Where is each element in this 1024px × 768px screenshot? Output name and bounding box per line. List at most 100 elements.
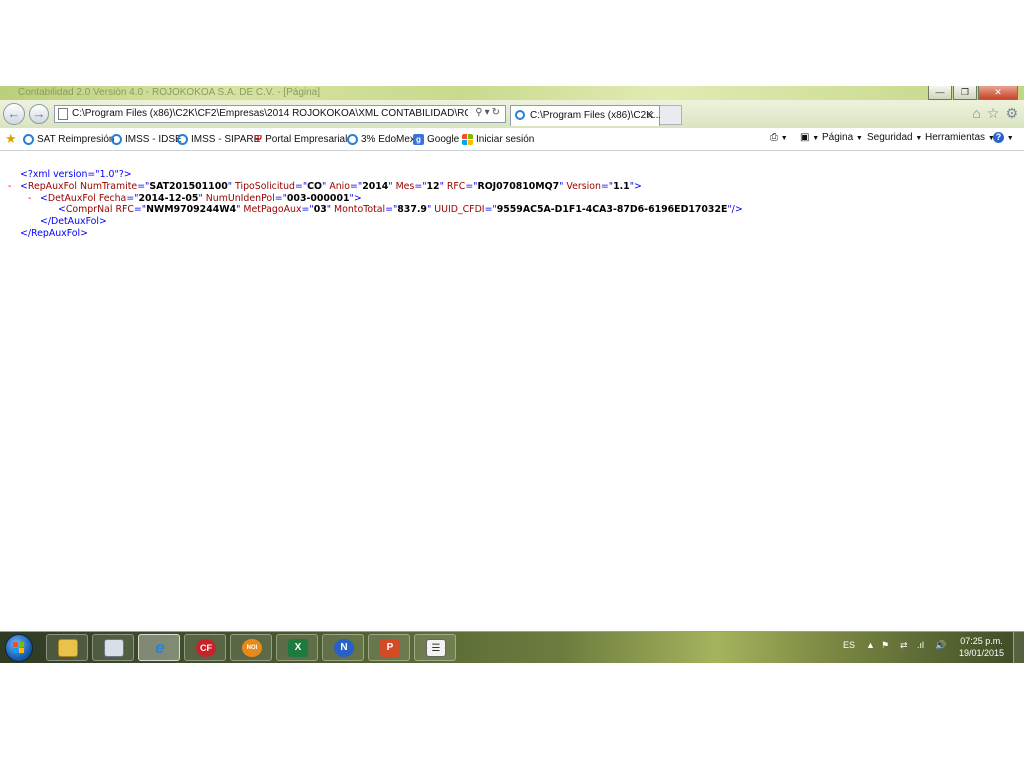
tab-current[interactable]: C:\Program Files (x86)\C2K... ✕: [510, 105, 662, 126]
pagina-label: Página: [822, 132, 854, 143]
favorites-star-icon[interactable]: ☆: [987, 105, 1000, 122]
taskbar: e CF NOI X N P ☰ ES ▲ ⚑ ⇄ .ıl 🔊 07:25 p.…: [0, 631, 1024, 663]
action-center-flag-icon[interactable]: ⚑: [881, 640, 889, 651]
address-controls[interactable]: ⚲▾↻: [475, 107, 502, 118]
ie-page-icon: [347, 133, 358, 145]
show-desktop-button[interactable]: [1013, 632, 1024, 663]
clock-time: 07:25 p.m.: [960, 636, 1003, 646]
cf-icon: CF: [196, 639, 216, 657]
taskbar-explorer-folder[interactable]: [46, 634, 88, 661]
title-bar[interactable]: Contabilidad 2.0 Versión 4.0 - ROJOKOKOA…: [0, 86, 1024, 100]
google-icon: g: [413, 133, 424, 145]
ie-page-icon: [177, 133, 188, 145]
taskbar-contpaq-app[interactable]: NOI: [230, 634, 272, 661]
chevron-down-icon: ▼: [1006, 135, 1014, 142]
portal-icon: Ψ: [254, 133, 263, 145]
favorites-bar: ★ SAT Reimpresión IMSS - IDSE IMSS - SIP…: [0, 128, 1024, 151]
contpaq-icon: NOI: [242, 639, 262, 657]
folder-icon: [58, 639, 78, 657]
chevron-down-icon: ▼: [855, 135, 863, 142]
favorite-label: IMSS - SIPARE: [191, 133, 261, 145]
xml-tree: <?xml version="1.0"?> - <RepAuxFol NumTra…: [8, 169, 743, 240]
refresh-icon[interactable]: ↻: [492, 107, 502, 118]
restore-button[interactable]: ❐: [953, 86, 977, 100]
window-controls: — ❐ ✕: [927, 86, 1018, 100]
network-sync-icon[interactable]: ⇄: [900, 640, 908, 651]
xml-repauxfol-open: - <RepAuxFol NumTramite="SAT201501100" Ti…: [8, 180, 642, 193]
system-clock[interactable]: 07:25 p.m. 19/01/2015: [959, 635, 1004, 659]
xml-viewer: <?xml version="1.0"?> - <RepAuxFol NumTra…: [0, 151, 1024, 631]
collapse-toggle[interactable]: -: [28, 193, 31, 205]
tray-overflow-icon[interactable]: ▲: [866, 640, 875, 650]
favorite-iniciar-sesion[interactable]: Iniciar sesión: [462, 132, 534, 146]
address-text: C:\Program Files (x86)\C2K\CF2\Empresas\…: [72, 108, 468, 119]
excel-icon: X: [288, 639, 308, 657]
back-button[interactable]: ←: [3, 103, 25, 125]
favorite-label: Google: [427, 133, 460, 145]
close-button[interactable]: ✕: [978, 86, 1018, 100]
favorite-imss-idse[interactable]: IMSS - IDSE: [111, 132, 182, 146]
favorite-sat-reimpresion[interactable]: SAT Reimpresión: [23, 132, 114, 146]
favorite-portal-empresarial[interactable]: Ψ Portal Empresarial: [254, 132, 347, 146]
xml-repauxfol-close: </RepAuxFol>: [20, 227, 88, 239]
powerpoint-icon: P: [380, 639, 400, 657]
address-bar[interactable]: C:\Program Files (x86)\C2K\CF2\Empresas\…: [54, 105, 506, 123]
pagina-menu[interactable]: Página ▼: [822, 132, 863, 143]
collapse-toggle[interactable]: -: [8, 181, 11, 193]
page-icon: [58, 108, 68, 120]
favorite-edomex[interactable]: 3% EdoMex: [347, 132, 415, 146]
taskbar-n-app[interactable]: N: [322, 634, 364, 661]
favorite-google[interactable]: g Google: [413, 132, 459, 146]
save-button[interactable]: ▣ ▼: [800, 132, 819, 143]
clock-date: 19/01/2015: [958, 648, 1004, 658]
windows-logo-icon: [13, 642, 25, 654]
gear-icon[interactable]: ⚙: [1005, 105, 1018, 122]
taskbar-notepad[interactable]: ☰: [414, 634, 456, 661]
search-icon[interactable]: ⚲: [475, 107, 484, 118]
help-menu[interactable]: ? ▼: [993, 132, 1014, 143]
seguridad-menu[interactable]: Seguridad ▼: [867, 132, 922, 143]
browser-window: Contabilidad 2.0 Versión 4.0 - ROJOKOKOA…: [0, 86, 1024, 663]
herramientas-menu[interactable]: Herramientas ▼: [925, 132, 995, 143]
floppy-icon: ▣: [800, 132, 810, 143]
print-button[interactable]: ⎙ ▼: [770, 132, 788, 143]
help-icon: ?: [993, 132, 1004, 143]
start-button[interactable]: [5, 634, 33, 662]
taskbar-powerpoint[interactable]: P: [368, 634, 410, 661]
favorites-button[interactable]: ★: [5, 131, 20, 146]
seguridad-label: Seguridad: [867, 132, 913, 143]
forward-button[interactable]: →: [29, 104, 49, 124]
language-indicator[interactable]: ES: [843, 640, 855, 650]
minimize-button[interactable]: —: [928, 86, 952, 100]
close-tab-icon[interactable]: ✕: [646, 109, 655, 122]
favorites-star-icon: ★: [5, 131, 17, 146]
signal-bars-icon[interactable]: .ıl: [917, 640, 924, 650]
window-title: Contabilidad 2.0 Versión 4.0 - ROJOKOKOA…: [18, 87, 321, 98]
notepad-icon: ☰: [426, 639, 446, 657]
taskbar-file-manager[interactable]: [92, 634, 134, 661]
n-app-icon: N: [334, 639, 354, 657]
favorite-label: IMSS - IDSE: [125, 133, 182, 145]
tab-title: C:\Program Files (x86)\C2K...: [530, 110, 662, 121]
taskbar-excel[interactable]: X: [276, 634, 318, 661]
dropdown-icon[interactable]: ▾: [485, 107, 492, 118]
chevron-down-icon: ▼: [915, 135, 923, 142]
back-arrow-icon: ←: [7, 106, 21, 121]
file-cabinet-icon: [104, 639, 124, 657]
xml-detauxfol-open: - <DetAuxFol Fecha="2014-12-05" NumUnIden…: [28, 192, 362, 205]
favorite-label: Iniciar sesión: [476, 133, 535, 145]
windows-icon: [462, 133, 473, 145]
volume-icon[interactable]: 🔊: [935, 640, 946, 651]
navigation-bar: ← → C:\Program Files (x86)\C2K\CF2\Empre…: [0, 100, 1024, 129]
taskbar-internet-explorer[interactable]: e: [138, 634, 180, 661]
taskbar-cf-app[interactable]: CF: [184, 634, 226, 661]
xml-detauxfol-close: </DetAuxFol>: [40, 216, 107, 228]
nav-right-icons: ⌂ ☆ ⚙: [972, 105, 1018, 122]
printer-icon: ⎙: [770, 132, 778, 143]
xml-comprnal: <ComprNal RFC="NWM9709244W4" MetPagoAux=…: [58, 204, 743, 216]
favorite-imss-sipare[interactable]: IMSS - SIPARE: [177, 132, 260, 146]
new-tab-button[interactable]: [660, 105, 682, 125]
forward-arrow-icon: →: [32, 106, 46, 121]
home-icon[interactable]: ⌂: [972, 105, 980, 122]
favorite-label: 3% EdoMex: [361, 133, 415, 145]
